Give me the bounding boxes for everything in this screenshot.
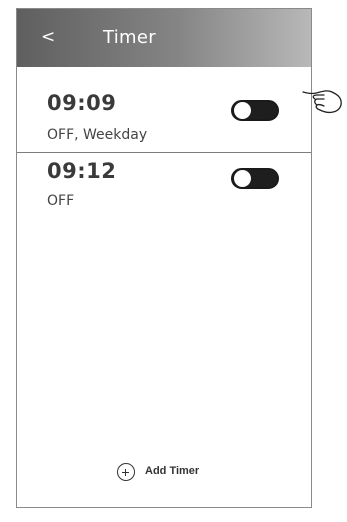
pointing-hand-icon <box>302 90 342 114</box>
timer-time: 09:09 <box>47 91 117 115</box>
timer-time: 09:12 <box>47 159 117 183</box>
plus-circle-icon <box>117 463 135 481</box>
timer-detail: OFF <box>47 193 75 209</box>
toggle-knob <box>234 102 251 119</box>
timer-item[interactable]: 09:09 OFF, Weekday <box>17 86 311 153</box>
toggle-knob <box>234 170 251 187</box>
header-bar: < Timer <box>17 9 311 67</box>
add-timer-label: Add Timer <box>145 465 200 477</box>
timer-toggle[interactable] <box>231 100 279 121</box>
timer-toggle[interactable] <box>231 168 279 189</box>
back-button[interactable]: < <box>41 27 55 47</box>
app-screen: < Timer 09:09 OFF, Weekday 09:12 OFF Add… <box>16 8 312 508</box>
page-title: Timer <box>103 27 156 48</box>
timer-item[interactable]: 09:12 OFF <box>17 153 311 219</box>
timer-detail: OFF, Weekday <box>47 127 148 143</box>
